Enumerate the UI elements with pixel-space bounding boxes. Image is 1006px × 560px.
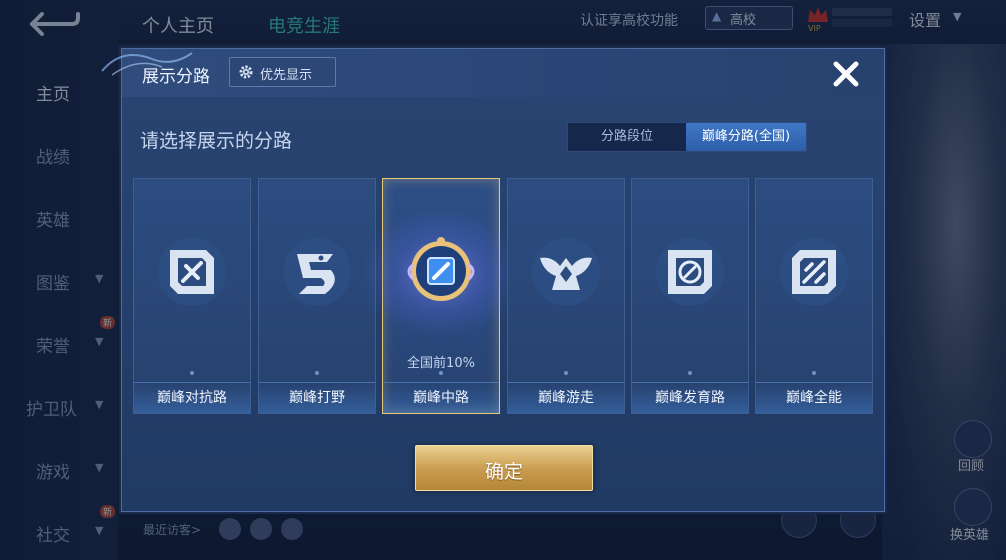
lane-card-label: 巅峰全能 [786,390,842,406]
sword-emblem-icon [158,238,226,306]
lane-card-top[interactable]: 巅峰对抗路 [133,178,251,414]
priority-display-button[interactable]: 优先显示 [229,57,336,87]
confirm-label: 确定 [484,461,523,483]
lane-card-label: 巅峰对抗路 [157,390,227,406]
lane-card-label: 巅峰中路 [413,390,469,406]
tab-peak-lane-national[interactable]: 巅峰分路(全国) [686,123,806,151]
card-dot [812,371,816,375]
tab-lane-rank[interactable]: 分路段位 [568,123,686,151]
gear-icon [239,65,253,79]
card-dot [688,371,692,375]
mid-lane-badge-icon [407,237,475,301]
lane-card-label: 巅峰游走 [538,390,594,406]
dialog-header: 展示分路 优先显示 [101,49,884,97]
lane-card-allround[interactable]: 巅峰全能 [755,178,873,414]
lane-card-mid[interactable]: 全国前10% 巅峰中路 [359,178,523,414]
target-emblem-icon [656,238,724,306]
dialog-subtitle: 请选择展示的分路 [140,130,293,152]
card-dot [315,371,319,375]
lane-card-farm[interactable]: 巅峰发育路 [631,178,749,414]
allround-emblem-icon [780,238,848,306]
lane-type-toggle: 分路段位 巅峰分路(全国) [567,122,807,152]
dragon-emblem-icon [283,238,351,306]
rank-percentile: 全国前10% [407,356,475,371]
lane-card-label: 巅峰发育路 [655,390,725,406]
card-dot [564,371,568,375]
lane-card-roam[interactable]: 巅峰游走 [507,178,625,414]
lane-card-label: 巅峰打野 [289,390,345,406]
wings-emblem-icon [532,238,600,306]
confirm-button[interactable]: 确定 [415,445,593,491]
close-icon[interactable] [829,57,863,91]
priority-display-label: 优先显示 [260,68,313,83]
lane-display-dialog: 展示分路 优先显示 请选择展示的分路 分路段位 巅峰分路(全国) 巅峰对抗路 巅… [101,48,885,512]
card-dot [190,371,194,375]
dialog-title: 展示分路 [142,67,210,87]
card-dot [439,371,443,375]
